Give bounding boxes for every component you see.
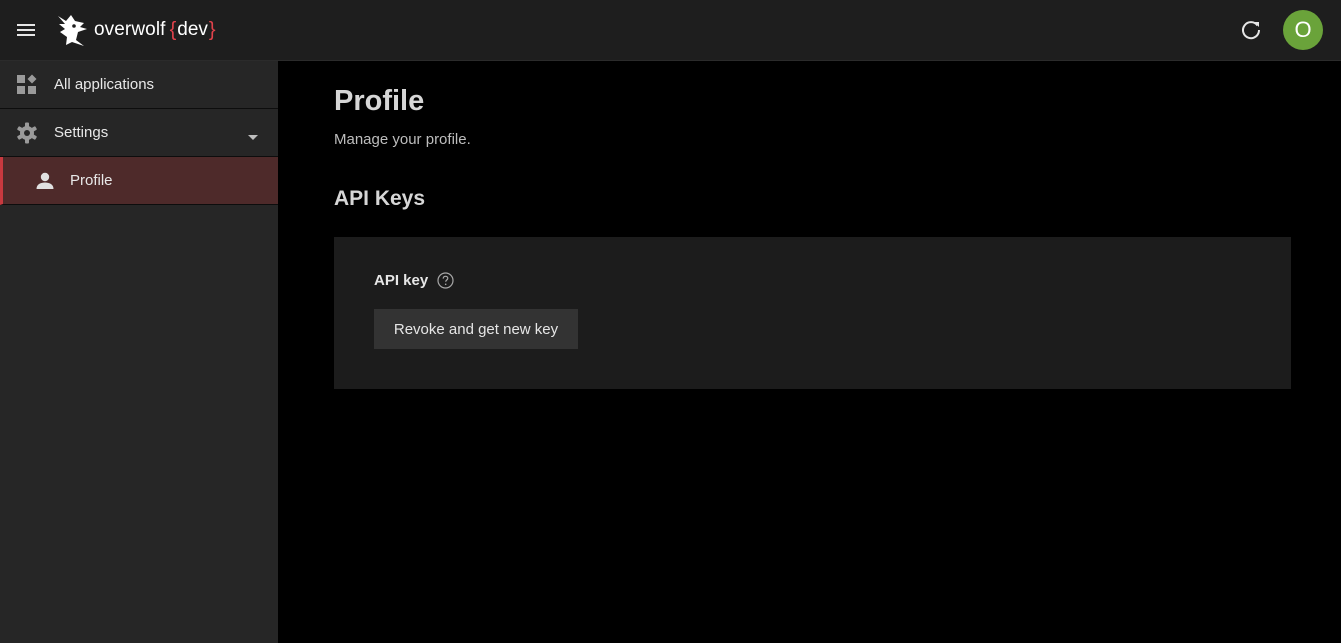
revoke-and-get-new-key-button[interactable]: Revoke and get new key	[374, 309, 578, 349]
sidebar-item-settings[interactable]: Settings	[0, 109, 278, 157]
page-subtitle: Manage your profile.	[334, 131, 471, 148]
sidebar-item-all-applications[interactable]: All applications	[0, 61, 278, 109]
sidebar-item-label: Profile	[70, 172, 113, 189]
main-content: Profile Manage your profile. API Keys AP…	[278, 61, 1341, 643]
dashboard-grid-icon	[16, 74, 38, 96]
brand-brace-open: {	[169, 18, 177, 41]
sidebar: All applications Settings Profile	[0, 61, 278, 643]
sidebar-item-label: All applications	[54, 76, 155, 93]
hamburger-menu-icon[interactable]	[12, 16, 40, 44]
top-bar: overwolf { dev } O	[0, 0, 1341, 61]
brand-name: overwolf	[94, 19, 166, 40]
gear-icon	[16, 122, 38, 144]
sidebar-item-label: Settings	[54, 124, 109, 141]
brand-tag: dev	[177, 19, 208, 40]
page-title: Profile	[334, 85, 425, 117]
avatar[interactable]: O	[1283, 10, 1323, 50]
api-key-label: API key	[374, 272, 429, 289]
section-title: API Keys	[334, 187, 426, 210]
sidebar-item-profile[interactable]: Profile	[0, 157, 278, 205]
api-keys-card: API key Revoke and get new key	[334, 237, 1291, 389]
wolf-logo-icon	[58, 15, 87, 46]
app-logo[interactable]: overwolf { dev }	[54, 12, 216, 48]
brand-brace-close: }	[208, 18, 216, 41]
question-circle-icon[interactable]	[437, 272, 454, 289]
person-icon	[34, 170, 56, 192]
caret-down-icon[interactable]	[248, 129, 258, 140]
refresh-icon[interactable]	[1238, 17, 1264, 43]
